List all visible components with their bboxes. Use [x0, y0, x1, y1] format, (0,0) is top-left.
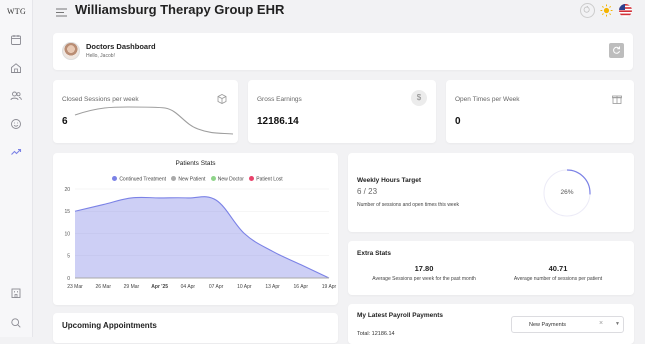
app-logo[interactable]: WTG: [0, 7, 33, 16]
x-tick-label: 23 Mar: [67, 284, 83, 290]
gross-earnings-card: Gross Earnings 12186.14 $: [248, 80, 436, 143]
sync-icon[interactable]: [580, 3, 595, 18]
us-flag-icon[interactable]: [618, 3, 633, 18]
open-times-value: 0: [455, 116, 461, 127]
menu-icon[interactable]: [56, 5, 67, 17]
gift-icon: [610, 92, 624, 106]
extra-stats-title: Extra Stats: [357, 250, 391, 257]
x-tick-label: 07 Apr: [209, 284, 224, 290]
x-tick-label: 19 Apr: [322, 284, 337, 290]
y-tick-label: 5: [67, 254, 70, 260]
gross-earnings-value: 12186.14: [257, 116, 299, 127]
open-times-card: Open Times per Week 0: [446, 80, 634, 143]
closed-sessions-sparkline: [74, 106, 234, 135]
smiley-icon[interactable]: [9, 117, 23, 131]
page-title: Doctors Dashboard: [86, 42, 156, 51]
app-title: Williamsburg Therapy Group EHR: [75, 2, 285, 17]
weekly-hours-description: Number of sessions and open times this w…: [357, 202, 459, 208]
weekly-hours-title: Weekly Hours Target: [357, 177, 422, 184]
payroll-title: My Latest Payroll Payments: [357, 312, 443, 319]
x-tick-label: 04 Apr: [181, 284, 196, 290]
dollar-icon: $: [411, 90, 427, 106]
clear-icon[interactable]: ×: [599, 320, 603, 327]
building-icon[interactable]: [9, 286, 23, 300]
x-tick-label: 13 Apr: [265, 284, 280, 290]
area-continued-treatment: [75, 196, 329, 278]
x-tick-label: Apr '25: [151, 284, 168, 290]
search-icon[interactable]: [9, 316, 23, 330]
upcoming-appointments-card: Upcoming Appointments: [53, 313, 338, 343]
refresh-button[interactable]: [609, 43, 624, 58]
patients-area-chart: 0 5 10 15 20 23 Mar 26 Mar 29 Mar Apr '25 04 Apr 0…: [64, 187, 337, 290]
patients-stats-card: Patients Stats Continued Treatment New P…: [53, 153, 338, 305]
y-tick-label: 15: [64, 209, 70, 215]
upcoming-appointments-title: Upcoming Appointments: [62, 321, 157, 330]
x-tick-label: 29 Mar: [124, 284, 140, 290]
users-icon[interactable]: [9, 89, 23, 103]
weekly-hours-card: Weekly Hours Target 6 / 23 Number of ses…: [348, 153, 634, 232]
sun-icon[interactable]: [599, 3, 614, 18]
top-bar: Williamsburg Therapy Group EHR: [33, 0, 645, 24]
closed-sessions-card: Closed Sessions per week 6: [53, 80, 238, 143]
sidebar: WTG: [0, 0, 33, 337]
home-icon[interactable]: [9, 61, 23, 75]
y-tick-label: 0: [67, 276, 70, 282]
open-times-label: Open Times per Week: [455, 96, 520, 103]
extra-stats-card: Extra Stats 17.80 Average Sessions per w…: [348, 241, 634, 295]
avatar[interactable]: [62, 42, 80, 60]
x-tick-label: 10 Apr: [237, 284, 252, 290]
calendar-icon[interactable]: [9, 33, 23, 47]
avg-per-patient-label: Average number of sessions per patient: [513, 276, 603, 282]
avg-per-patient-value: 40.71: [548, 264, 568, 273]
payroll-card: My Latest Payroll Payments Total: 12186.…: [348, 304, 634, 344]
weekly-hours-value: 6 / 23: [357, 187, 378, 196]
trending-icon[interactable]: [9, 145, 23, 159]
payment-filter-select[interactable]: New Payments × ▼: [511, 316, 624, 333]
greeting-text: Hello, Jacob!: [86, 53, 115, 59]
dashboard-header-card: Doctors Dashboard Hello, Jacob!: [53, 33, 633, 70]
payroll-total: Total: 12186.14: [357, 331, 395, 337]
gross-earnings-label: Gross Earnings: [257, 96, 302, 103]
y-tick-label: 20: [64, 187, 70, 193]
payment-filter-value: New Payments: [529, 322, 566, 328]
x-tick-label: 16 Apr: [294, 284, 309, 290]
weekly-hours-percent: 26%: [560, 189, 574, 196]
y-tick-label: 10: [64, 231, 70, 237]
avg-sessions-value: 17.80: [414, 264, 434, 273]
chevron-down-icon[interactable]: ▼: [615, 321, 620, 327]
x-tick-label: 26 Mar: [95, 284, 111, 290]
avg-sessions-label: Average Sessions per week for the past m…: [372, 276, 476, 282]
